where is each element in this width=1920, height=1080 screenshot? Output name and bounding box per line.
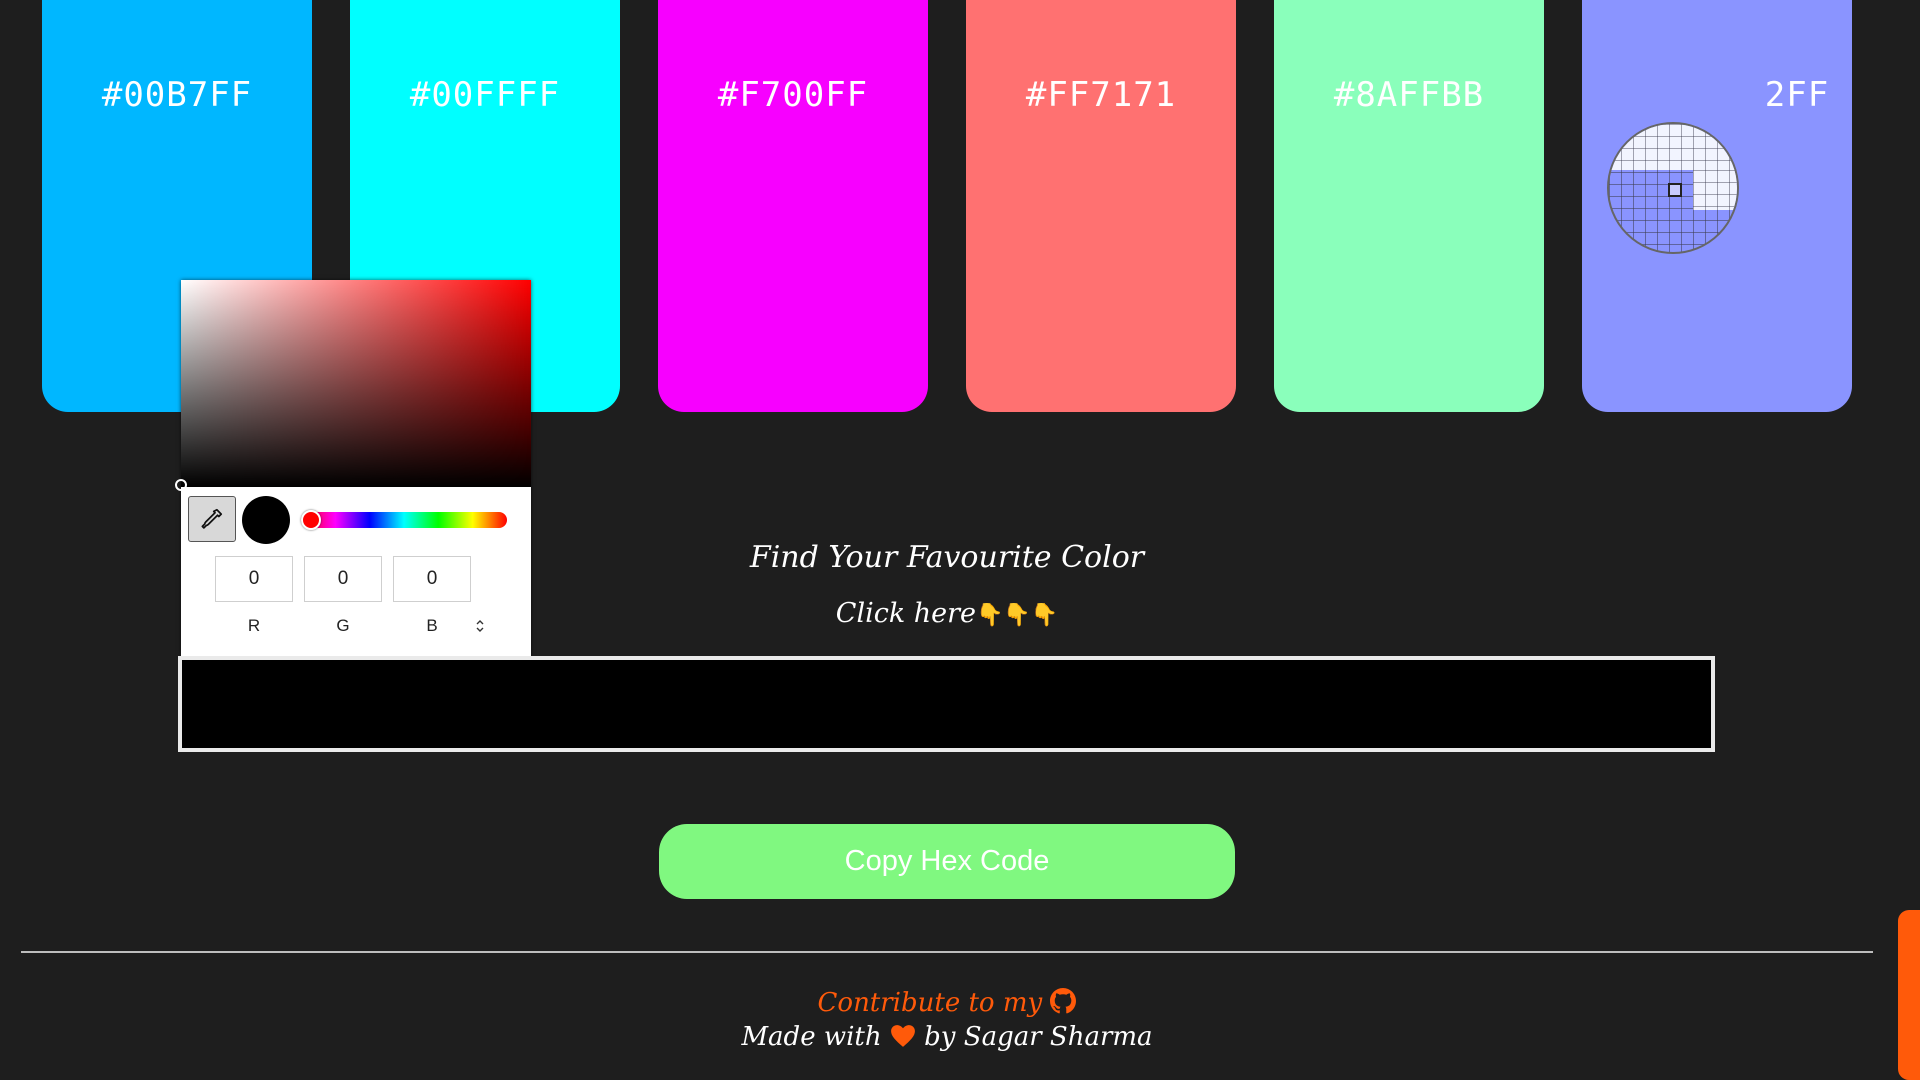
- contribute-line: Contribute to my: [0, 988, 1894, 1018]
- made-with-text: Made with: [741, 1022, 882, 1052]
- saturation-value-area[interactable]: [175, 280, 531, 491]
- eyedropper-button[interactable]: [188, 496, 236, 542]
- contribute-link[interactable]: Contribute to my: [818, 988, 1043, 1018]
- magnifier-center-pixel: [1668, 183, 1682, 197]
- click-here-prompt: Click here👇👇👇: [0, 598, 1894, 629]
- swatch-hex-label: #F700FF: [717, 75, 869, 115]
- copy-hex-button[interactable]: Copy Hex Code: [659, 824, 1235, 899]
- swatch-hex-label: #FF7171: [1025, 75, 1177, 115]
- heart-icon: [890, 1025, 915, 1047]
- saturation-handle[interactable]: [175, 479, 187, 491]
- page-heading: Find Your Favourite Color: [749, 540, 1145, 575]
- credits-line: Made with by Sagar Sharma: [0, 1022, 1894, 1052]
- magnifier-highlight: [1693, 170, 1737, 210]
- click-here-text: Click here: [835, 598, 977, 629]
- swatch-hex-label: 2FF: [1764, 75, 1830, 115]
- swatch-hex-label: #00B7FF: [101, 75, 253, 115]
- footer-divider: [21, 951, 1873, 953]
- hue-slider[interactable]: [301, 512, 507, 528]
- pointing-down-emojis: 👇👇👇: [976, 603, 1059, 628]
- swatch-card-3[interactable]: #F700FF: [658, 0, 928, 412]
- swatch-card-5[interactable]: #8AFFBB: [1274, 0, 1544, 412]
- eyedropper-magnifier[interactable]: [1607, 122, 1739, 254]
- color-preview-dot: [242, 496, 290, 544]
- swatch-hex-label: #8AFFBB: [1333, 75, 1485, 115]
- hue-slider-handle[interactable]: [301, 510, 321, 530]
- author-credit: by Sagar Sharma: [924, 1022, 1153, 1052]
- magnifier-highlight: [1609, 124, 1737, 170]
- eyedropper-icon: [201, 508, 223, 529]
- github-icon[interactable]: [1050, 988, 1077, 1014]
- scrollbar-thumb[interactable]: [1898, 910, 1920, 1080]
- swatch-card-4[interactable]: #FF7171: [966, 0, 1236, 412]
- swatch-hex-label: #00FFFF: [409, 75, 561, 115]
- color-input-field[interactable]: [178, 656, 1715, 752]
